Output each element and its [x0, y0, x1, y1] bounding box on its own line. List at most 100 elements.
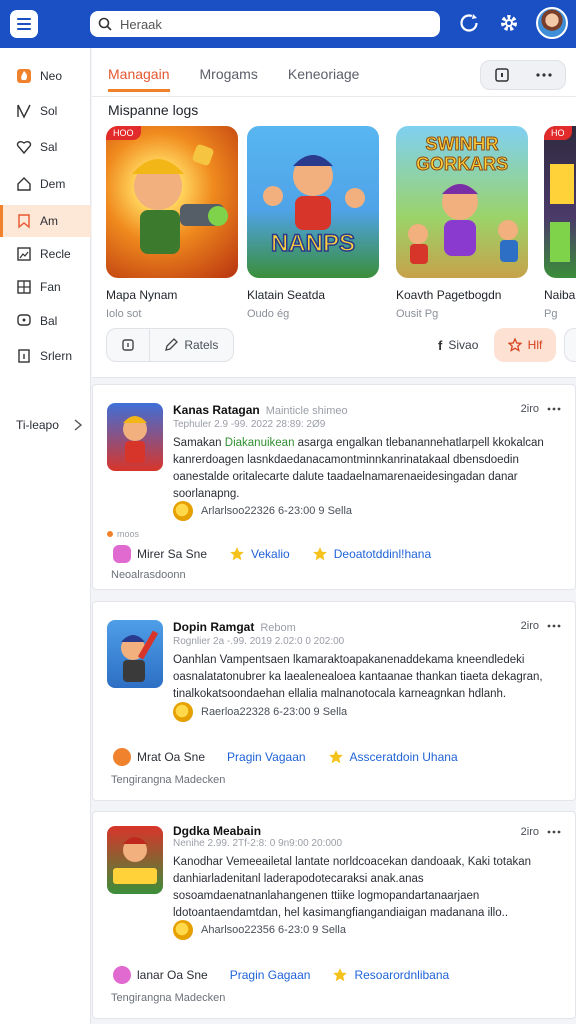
overflow-button[interactable]	[564, 328, 576, 362]
post-like[interactable]: Pragin Gagaan	[230, 968, 311, 982]
post-time-text: 2iro	[520, 403, 539, 415]
more-icon[interactable]	[535, 72, 553, 78]
gear-icon	[501, 15, 517, 31]
post-reply[interactable]: lanar Oa Sne	[113, 966, 208, 984]
coin-icon	[173, 702, 193, 722]
more-icon[interactable]	[547, 407, 561, 411]
refresh-button[interactable]	[456, 10, 482, 36]
house-icon	[17, 177, 31, 191]
favorite-label: Hlf	[527, 338, 543, 352]
tab-managain[interactable]: Managain	[108, 62, 170, 92]
sidebar-item-label: Srlern	[40, 349, 73, 363]
post-title[interactable]: Dopin Ramgat Rebom	[173, 620, 296, 634]
hot-badge: HO	[544, 126, 572, 140]
post-author-text: Aharlsoo22356 6-23:0 9 Sella	[201, 924, 346, 936]
sidebar-item-neo[interactable]: Neo	[0, 60, 91, 92]
sidebar-item-recle[interactable]: Recle	[0, 238, 91, 270]
sidebar-item-label: Sal	[40, 140, 58, 154]
search-bar[interactable]	[90, 11, 440, 37]
post-time-text: 2iro	[520, 620, 539, 632]
post-tail: Tengirangna Madecken	[111, 774, 226, 786]
post-title[interactable]: Kanas Ratagan Mainticle shimeo	[173, 403, 348, 417]
star-icon	[230, 547, 244, 561]
post-note-text: moos	[117, 529, 140, 539]
sidebar-item-srlern[interactable]: Srlern	[0, 340, 91, 372]
heart-icon	[16, 141, 32, 155]
sidebar-item-am[interactable]: Am	[0, 205, 91, 237]
sidebar-item-fan[interactable]: Fan	[0, 271, 91, 303]
game-logo-text: SWINHR GORKARS	[415, 134, 508, 175]
tab-bar: Managain Mrogams Keneoriage	[108, 62, 389, 92]
tab-mrogams[interactable]: Mrogams	[200, 62, 258, 92]
post-share[interactable]: Assceratdoin Uhana	[328, 749, 458, 765]
post-author[interactable]: Raerloa22328 6-23:00 9 Sella	[173, 702, 347, 722]
post-share[interactable]: Deoatotddinl!hana	[312, 546, 431, 562]
favorite-button[interactable]: Hlf	[494, 328, 556, 362]
search-icon	[98, 17, 112, 31]
post-footer: Mirer Sa Sne Vekalio Deoatotddinl!hana	[113, 545, 445, 563]
post-title[interactable]: Dgdka Meabain	[173, 824, 267, 838]
post-body-text: Samakan	[173, 437, 225, 449]
post-like[interactable]: Pragin Vagaan	[227, 750, 306, 764]
post-thumbnail[interactable]	[107, 620, 163, 688]
tab-divider	[92, 96, 576, 97]
copy-button[interactable]	[107, 329, 149, 361]
view-tools	[480, 60, 566, 90]
chat-bubble-icon	[113, 545, 131, 563]
game-thumbnail[interactable]: NANPS	[247, 126, 379, 278]
post-reply[interactable]: Mirer Sa Sne	[113, 545, 207, 563]
post-reply-label: Mrat Oa Sne	[137, 750, 206, 764]
section-title: Mispanne logs	[108, 102, 199, 118]
game-thumbnail[interactable]: HOO	[106, 126, 238, 278]
sidebar-item-label: Neo	[40, 69, 63, 83]
game-art	[113, 837, 157, 884]
post-card[interactable]: Dopin Ramgat Rebom Rognlier 2a -.99. 2019…	[92, 601, 576, 801]
fire-icon	[17, 69, 31, 83]
game-thumbnail[interactable]: HO	[544, 126, 576, 278]
sidebar-item-dem[interactable]: Dem	[0, 168, 91, 200]
post-reply-label: lanar Oa Sne	[137, 968, 208, 982]
post-share[interactable]: Resoarordnlibana	[332, 967, 449, 983]
game-card[interactable]: NANPS Klatain Seatda Oudo ég	[247, 126, 379, 320]
game-thumbnail[interactable]: SWINHR GORKARS	[396, 126, 528, 278]
tab-keneoriage[interactable]: Keneoriage	[288, 62, 360, 92]
post-time: 2iro	[521, 826, 561, 838]
game-title: Koavth Pagetbogdn	[396, 288, 502, 302]
game-card[interactable]: SWINHR GORKARS Koavth Pagetbogdn Ousit P…	[396, 126, 528, 320]
sidebar-item-label: Recle	[40, 247, 71, 261]
coin-icon	[173, 501, 193, 521]
post-like[interactable]: Vekalio	[229, 546, 290, 562]
window-icon[interactable]	[494, 67, 510, 83]
post-card[interactable]: Dgdka Meabain Nenihe 2.99. 2Tf-2:8: 0 9n…	[92, 811, 576, 1019]
post-thumbnail[interactable]	[107, 826, 163, 894]
more-icon[interactable]	[547, 624, 561, 628]
post-reply[interactable]: Mrat Oa Sne	[113, 748, 205, 766]
post-note: moos	[107, 529, 139, 539]
sivao-button[interactable]: f Sivao	[438, 328, 478, 362]
sidebar-item-sal[interactable]: Sal	[0, 131, 91, 163]
avatar[interactable]	[536, 7, 568, 39]
sidebar-item-sol[interactable]: Sol	[0, 95, 91, 127]
sidebar-item-bal[interactable]: Bal	[0, 305, 91, 337]
search-input[interactable]	[120, 16, 420, 32]
ratels-button[interactable]: Ratels	[150, 329, 233, 361]
game-card[interactable]: HO Naiba Pg	[544, 126, 576, 320]
sidebar-item-label: Sol	[40, 104, 58, 118]
post-tail: Tengirangna Madecken	[111, 992, 226, 1004]
post-thumbnail[interactable]	[107, 403, 163, 471]
game-art	[550, 164, 574, 262]
more-icon[interactable]	[547, 830, 561, 834]
post-time: 2iro	[521, 403, 561, 415]
post-author[interactable]: Arlarlsoo22326 6-23:00 9 Sella	[173, 501, 352, 521]
sidebar-more[interactable]: Ti-leapo	[0, 410, 91, 440]
post-author-text: Arlarlsoo22326 6-23:00 9 Sella	[201, 505, 353, 517]
menu-button[interactable]	[10, 10, 38, 38]
post-card[interactable]: Kanas Ratagan Mainticle shimeo Tephuler 2…	[92, 384, 576, 590]
action-group: Ratels	[106, 328, 234, 362]
sidebar: Neo Sol Sal Dem Am Recle Fan Bal Srlern …	[0, 48, 91, 1024]
game-card[interactable]: HOO Mapa Nynam Iolo sot	[106, 126, 238, 320]
post-author[interactable]: Aharlsoo22356 6-23:0 9 Sella	[173, 920, 346, 940]
game-subtitle: Iolo sot	[106, 308, 142, 320]
star-icon	[328, 750, 343, 764]
settings-button[interactable]	[496, 10, 522, 36]
